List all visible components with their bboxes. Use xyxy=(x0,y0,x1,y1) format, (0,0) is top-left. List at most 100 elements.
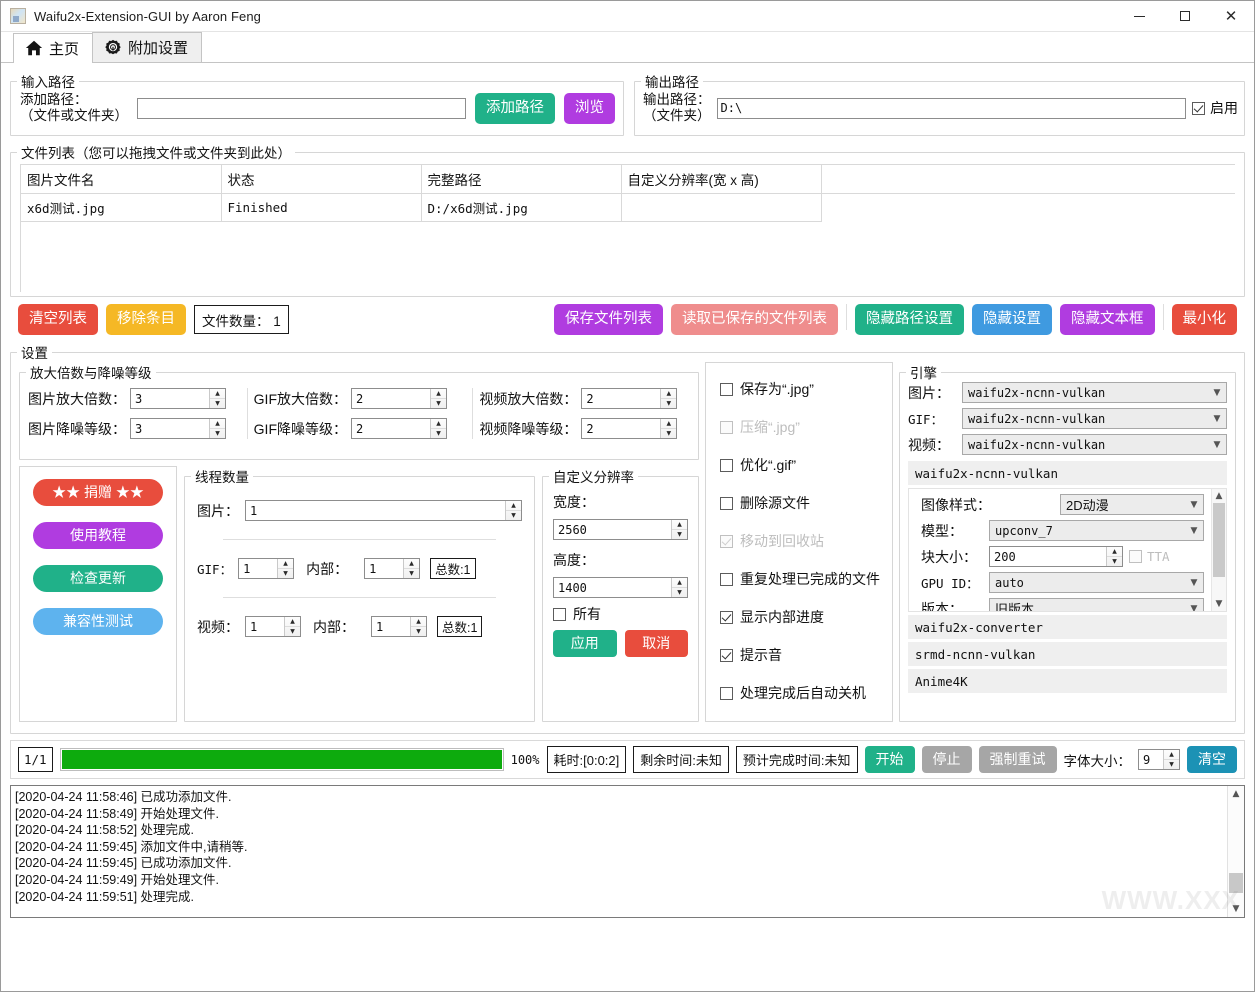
donate-button[interactable]: ★★ 捐赠 ★★ xyxy=(33,479,163,506)
stop-button[interactable]: 停止 xyxy=(922,746,972,773)
spin-arrows[interactable]: ▲▼ xyxy=(671,578,687,597)
engine-section-anime4k[interactable]: Anime4K xyxy=(908,669,1227,693)
font-size-spinbox[interactable]: ▲▼ xyxy=(1138,749,1180,770)
image-scale-spinbox[interactable]: ▲▼ xyxy=(130,388,226,409)
engine-gif-combobox[interactable]: waifu2x-ncnn-vulkan ▼ xyxy=(962,408,1227,429)
gif-denoise-spinbox[interactable]: ▲▼ xyxy=(351,418,447,439)
spin-up-icon[interactable]: ▲ xyxy=(278,559,293,569)
threads-image-spinbox[interactable]: ▲▼ xyxy=(245,500,522,521)
scrollbar-thumb[interactable] xyxy=(1229,873,1243,893)
add-path-input[interactable] xyxy=(137,98,466,119)
video-denoise-spinbox[interactable]: ▲▼ xyxy=(581,418,677,439)
spin-arrows[interactable]: ▲▼ xyxy=(1163,750,1179,769)
threads-video-spinbox[interactable]: ▲▼ xyxy=(245,616,301,637)
minimize-app-button[interactable]: 最小化 xyxy=(1172,304,1238,335)
engine-scrollbar[interactable]: ▲ ▼ xyxy=(1211,489,1226,611)
spin-arrows[interactable]: ▲▼ xyxy=(660,419,676,438)
model-combobox[interactable]: upconv_7 ▼ xyxy=(989,520,1204,541)
spin-arrows[interactable]: ▲▼ xyxy=(410,617,426,636)
spin-arrows[interactable]: ▲▼ xyxy=(430,419,446,438)
start-button[interactable]: 开始 xyxy=(865,746,915,773)
spin-down-icon[interactable]: ▼ xyxy=(672,588,687,597)
threads-video-inner-input[interactable] xyxy=(372,617,410,636)
spin-up-icon[interactable]: ▲ xyxy=(431,389,446,399)
apply-all-checkbox[interactable]: 所有 xyxy=(553,604,688,624)
spin-up-icon[interactable]: ▲ xyxy=(672,520,687,530)
engine-image-combobox[interactable]: waifu2x-ncnn-vulkan ▼ xyxy=(962,382,1227,403)
scroll-up-icon[interactable]: ▲ xyxy=(1228,786,1244,802)
tab-extra-settings[interactable]: 附加设置 xyxy=(92,32,202,62)
threads-gif-inner-input[interactable] xyxy=(365,559,403,578)
video-scale-input[interactable] xyxy=(582,389,660,408)
save-file-list-button[interactable]: 保存文件列表 xyxy=(554,304,663,335)
threads-video-input[interactable] xyxy=(246,617,284,636)
height-input[interactable] xyxy=(554,578,671,597)
maximize-button[interactable] xyxy=(1162,1,1208,32)
hide-textbox-button[interactable]: 隐藏文本框 xyxy=(1060,304,1155,335)
spin-arrows[interactable]: ▲▼ xyxy=(403,559,419,578)
check-update-button[interactable]: 检查更新 xyxy=(33,565,163,592)
spin-down-icon[interactable]: ▼ xyxy=(672,530,687,539)
hide-path-settings-button[interactable]: 隐藏路径设置 xyxy=(855,304,964,335)
spin-up-icon[interactable]: ▲ xyxy=(210,419,225,429)
scrollbar-track[interactable] xyxy=(1228,802,1244,901)
output-path-input[interactable] xyxy=(717,98,1187,119)
spin-arrows[interactable]: ▲▼ xyxy=(209,389,225,408)
spin-up-icon[interactable]: ▲ xyxy=(431,419,446,429)
gif-denoise-input[interactable] xyxy=(352,419,430,438)
width-spinbox[interactable]: ▲▼ xyxy=(553,519,688,540)
scroll-down-icon[interactable]: ▼ xyxy=(1228,901,1244,917)
spin-down-icon[interactable]: ▼ xyxy=(210,429,225,438)
spin-down-icon[interactable]: ▼ xyxy=(1107,557,1122,566)
spin-up-icon[interactable]: ▲ xyxy=(661,389,676,399)
log-text[interactable]: [2020-04-24 11:58:46] 已成功添加文件.[2020-04-2… xyxy=(11,786,1227,917)
spin-down-icon[interactable]: ▼ xyxy=(210,399,225,408)
block-size-input[interactable] xyxy=(990,547,1106,566)
col-custom-res[interactable]: 自定义分辨率(宽 x 高) xyxy=(621,165,821,194)
video-denoise-input[interactable] xyxy=(582,419,660,438)
gif-scale-input[interactable] xyxy=(352,389,430,408)
apply-button[interactable]: 应用 xyxy=(553,630,617,657)
scrollbar-thumb[interactable] xyxy=(1213,503,1225,577)
file-table-wrap[interactable]: 图片文件名 状态 完整路径 自定义分辨率(宽 x 高) x6d测试.jpg Fi… xyxy=(20,164,1235,292)
spin-arrows[interactable]: ▲▼ xyxy=(671,520,687,539)
option-notification-sound[interactable]: 提示音 xyxy=(720,645,892,665)
spin-up-icon[interactable]: ▲ xyxy=(672,578,687,588)
image-denoise-input[interactable] xyxy=(131,419,209,438)
col-status[interactable]: 状态 xyxy=(221,165,421,194)
clear-list-button[interactable]: 清空列表 xyxy=(18,304,98,335)
engine-video-combobox[interactable]: waifu2x-ncnn-vulkan ▼ xyxy=(962,434,1227,455)
browse-button[interactable]: 浏览 xyxy=(564,93,615,124)
version-combobox[interactable]: 旧版本 ▼ xyxy=(989,598,1204,612)
spin-arrows[interactable]: ▲▼ xyxy=(277,559,293,578)
spin-down-icon[interactable]: ▼ xyxy=(431,399,446,408)
spin-arrows[interactable]: ▲▼ xyxy=(1106,547,1122,566)
engine-section-waifu2x-converter[interactable]: waifu2x-converter xyxy=(908,615,1227,639)
threads-video-inner-spinbox[interactable]: ▲▼ xyxy=(371,616,427,637)
log-scrollbar[interactable]: ▲ ▼ xyxy=(1227,786,1244,917)
spin-up-icon[interactable]: ▲ xyxy=(506,501,521,511)
close-button[interactable]: ✕ xyxy=(1208,1,1254,32)
spin-down-icon[interactable]: ▼ xyxy=(661,429,676,438)
spin-up-icon[interactable]: ▲ xyxy=(1107,547,1122,557)
spin-down-icon[interactable]: ▼ xyxy=(1164,760,1179,769)
option-delete-source[interactable]: 删除源文件 xyxy=(720,493,892,513)
block-size-spinbox[interactable]: ▲▼ xyxy=(989,546,1123,567)
output-enable-checkbox[interactable]: 启用 xyxy=(1192,98,1238,118)
spin-down-icon[interactable]: ▼ xyxy=(661,399,676,408)
table-row[interactable]: x6d测试.jpg Finished D:/x6d测试.jpg xyxy=(21,194,1235,222)
engine-section-waifu2x-ncnn-vulkan[interactable]: waifu2x-ncnn-vulkan xyxy=(908,461,1227,485)
threads-image-input[interactable] xyxy=(246,501,505,520)
scrollbar-track[interactable] xyxy=(1212,503,1226,597)
load-file-list-button[interactable]: 读取已保存的文件列表 xyxy=(671,304,838,335)
tutorial-button[interactable]: 使用教程 xyxy=(33,522,163,549)
threads-gif-inner-spinbox[interactable]: ▲▼ xyxy=(364,558,420,579)
threads-gif-input[interactable] xyxy=(239,559,277,578)
spin-down-icon[interactable]: ▼ xyxy=(285,627,300,636)
option-save-as-jpg[interactable]: 保存为“.jpg” xyxy=(720,379,892,399)
option-optimize-gif[interactable]: 优化“.gif” xyxy=(720,455,892,475)
minimize-button[interactable] xyxy=(1116,1,1162,32)
spin-down-icon[interactable]: ▼ xyxy=(278,569,293,578)
hide-settings-button[interactable]: 隐藏设置 xyxy=(972,304,1052,335)
gpu-id-combobox[interactable]: auto ▼ xyxy=(989,572,1204,593)
